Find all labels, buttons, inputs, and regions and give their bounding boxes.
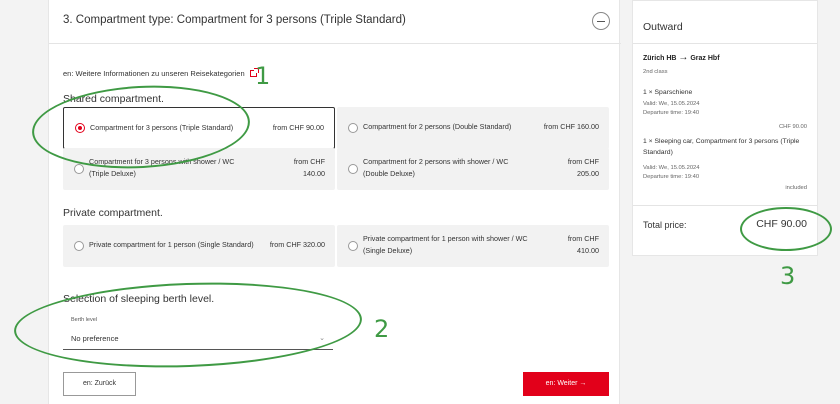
option-label: Compartment for 3 persons (Triple Standa… [90, 123, 234, 132]
divider [633, 43, 817, 44]
option-label: Private compartment for 1 person with sh… [363, 234, 528, 255]
option-price: from CHF 90.00 [272, 123, 324, 132]
option-single-standard[interactable]: Private compartment for 1 person (Single… [63, 225, 335, 267]
radio-icon[interactable] [74, 164, 84, 174]
item-title: 1 × Sparschiene [643, 89, 693, 96]
summary-title: Outward [643, 21, 683, 33]
item-price: included [785, 185, 807, 191]
option-price: from CHF 410.00 [567, 234, 599, 255]
radio-icon[interactable] [74, 241, 84, 251]
item-valid: Valid: We, 15.05.2024 [643, 101, 700, 107]
option-price: from CHF 140.00 [293, 157, 325, 178]
annotation-number: 1 [255, 62, 271, 90]
annotation-number: 3 [780, 262, 796, 290]
step-header[interactable]: 3. Compartment type: Compartment for 3 p… [49, 0, 621, 44]
berth-level-label: Berth level [71, 317, 97, 323]
step-title: 3. Compartment type: Compartment for 3 p… [63, 14, 406, 26]
categories-info-link[interactable]: en: Weitere Informationen zu unseren Rei… [63, 68, 259, 78]
radio-icon[interactable] [348, 123, 358, 133]
collapse-icon[interactable] [592, 12, 610, 30]
berth-level-select[interactable]: No preference ⌄ [63, 326, 333, 350]
radio-checked-icon[interactable] [75, 123, 85, 133]
option-triple-deluxe[interactable]: Compartment for 3 persons with shower / … [63, 148, 335, 190]
route-arrow-icon: → [678, 52, 689, 63]
option-double-deluxe[interactable]: Compartment for 2 persons with shower / … [337, 148, 609, 190]
travel-class: 2nd class [643, 69, 668, 75]
private-compartment-heading: Private compartment. [63, 207, 163, 219]
next-button[interactable]: en: Weiter → [523, 372, 609, 396]
total-price-value: CHF 90.00 [756, 218, 807, 230]
route-from: Zürich HB [643, 55, 677, 62]
item-price: CHF 90.00 [778, 124, 807, 130]
route: Zürich HB → Graz Hbf [643, 52, 720, 63]
booking-summary: Outward Zürich HB → Graz Hbf 2nd class 1… [632, 0, 818, 256]
option-label: Compartment for 3 persons with shower / … [89, 157, 235, 178]
option-triple-standard[interactable]: Compartment for 3 persons (Triple Standa… [63, 107, 335, 149]
item-departure: Departure time: 19:40 [643, 174, 700, 180]
shared-compartment-heading: Shared compartment. [63, 93, 164, 105]
option-label: Private compartment for 1 person (Single… [89, 240, 254, 249]
option-double-standard[interactable]: Compartment for 2 persons (Double Standa… [337, 107, 609, 149]
option-price: from CHF 320.00 [269, 240, 325, 249]
berth-level-value: No preference [71, 334, 119, 343]
radio-icon[interactable] [348, 164, 358, 174]
option-label: Compartment for 2 persons with shower / … [363, 157, 509, 178]
option-price: from CHF 160.00 [543, 122, 599, 131]
total-price-label: Total price: [643, 220, 687, 230]
option-label: Compartment for 2 persons (Double Standa… [363, 122, 512, 131]
chevron-down-icon: ⌄ [319, 335, 325, 342]
berth-level-heading: Selection of sleeping berth level. [63, 293, 215, 305]
categories-info-label: en: Weitere Informationen zu unseren Rei… [63, 69, 245, 78]
item-valid: Valid: We, 15.05.2024 [643, 165, 700, 171]
booking-step-card: 3. Compartment type: Compartment for 3 p… [48, 0, 621, 404]
back-button[interactable]: en: Zurück [63, 372, 136, 396]
divider [633, 205, 817, 206]
route-to: Graz Hbf [690, 55, 720, 62]
item-title: 1 × Sleeping car, Compartment for 3 pers… [643, 138, 800, 156]
option-single-deluxe[interactable]: Private compartment for 1 person with sh… [337, 225, 609, 267]
option-price: from CHF 205.00 [567, 157, 599, 178]
item-departure: Departure time: 19:40 [643, 110, 700, 116]
annotation-number: 2 [374, 315, 390, 343]
radio-icon[interactable] [348, 241, 358, 251]
